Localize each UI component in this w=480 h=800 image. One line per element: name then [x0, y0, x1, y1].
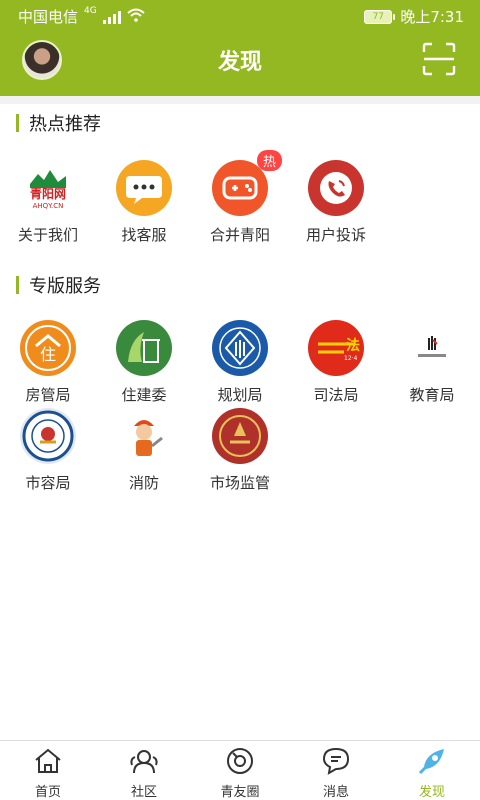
- divider: [0, 96, 480, 104]
- item-label: 用户投诉: [305, 226, 366, 244]
- tab-discover[interactable]: 发现: [384, 741, 480, 800]
- tab-home[interactable]: 首页: [0, 741, 96, 800]
- svg-text:法: 法: [346, 337, 360, 354]
- item-label: 找客服: [121, 226, 167, 244]
- tab-friends-circle[interactable]: 青友圈: [192, 741, 288, 800]
- item-about-us[interactable]: 青阳网 AHQY.CN 关于我们: [0, 160, 96, 245]
- item-label: 关于我们: [17, 226, 78, 244]
- section-bar: [16, 276, 19, 294]
- tab-label: 首页: [34, 785, 61, 800]
- gamepad-icon: 热: [212, 150, 282, 216]
- battery-icon: 77: [364, 9, 396, 24]
- home-icon: [33, 748, 63, 779]
- phone-icon: [308, 160, 364, 216]
- status-bar: 中国电信 4G 77 晚上7:31: [0, 0, 480, 30]
- top-bar: 中国电信 4G 77 晚上7:31 发现: [0, 0, 480, 96]
- item-planning-bureau[interactable]: 规划局: [192, 320, 288, 405]
- tab-community[interactable]: 社区: [96, 741, 192, 800]
- market-supervision-icon: [212, 408, 268, 464]
- education-bureau-icon: [404, 320, 460, 376]
- bottom-tab-bar: 首页 社区 青友圈 消息 发现: [0, 740, 480, 800]
- tab-label: 社区: [130, 785, 157, 800]
- item-label: 住建委: [121, 386, 167, 404]
- svg-text:12·4: 12·4: [344, 355, 358, 362]
- qingyang-logo-icon: 青阳网 AHQY.CN: [20, 160, 76, 216]
- chat-bubble-icon: [116, 160, 172, 216]
- svg-text:青阳网: 青阳网: [30, 186, 66, 201]
- item-label: 合并青阳: [209, 226, 270, 244]
- construction-committee-icon: [116, 320, 172, 376]
- tab-messages[interactable]: 消息: [288, 741, 384, 800]
- section-title-hot: 热点推荐: [16, 110, 101, 136]
- community-icon: [129, 750, 159, 779]
- camera-icon: [225, 748, 255, 779]
- svg-text:住: 住: [40, 345, 56, 364]
- clock: 晚上7:31: [400, 8, 464, 26]
- item-label: 司法局: [313, 386, 359, 404]
- city-appearance-icon: [20, 408, 76, 464]
- item-merge-qingyang[interactable]: 热 合并青阳: [192, 150, 288, 245]
- scan-icon[interactable]: [422, 42, 456, 76]
- item-education-bureau[interactable]: 教育局: [384, 320, 480, 405]
- message-icon: [321, 747, 351, 779]
- tab-label: 青友圈: [220, 785, 260, 800]
- section-title-services: 专版服务: [16, 272, 101, 298]
- item-market-supervision[interactable]: 市场监管: [192, 408, 288, 493]
- signal-icon: [102, 10, 121, 24]
- hot-badge: 热: [256, 150, 282, 171]
- app-screen: 中国电信 4G 77 晚上7:31 发现 热点推荐 青阳网 AHQY.CN 关于…: [0, 0, 480, 800]
- carrier-label: 中国电信: [18, 8, 79, 26]
- rocket-icon: [416, 749, 448, 779]
- item-user-complaint[interactable]: 用户投诉: [288, 160, 384, 245]
- battery-level: 77: [372, 11, 385, 22]
- justice-bureau-icon: 法 12·4: [308, 320, 364, 376]
- section-title-label: 专版服务: [29, 276, 101, 297]
- section-bar: [16, 114, 19, 132]
- item-label: 教育局: [409, 386, 455, 404]
- section-title-label: 热点推荐: [29, 114, 101, 135]
- header: 发现: [0, 30, 480, 96]
- wifi-icon: [127, 8, 145, 26]
- house-bureau-icon: 住: [20, 320, 76, 376]
- item-label: 房管局: [25, 386, 71, 404]
- item-label: 规划局: [217, 386, 263, 404]
- page-title: 发现: [217, 50, 262, 75]
- network-type: 4G: [84, 5, 97, 16]
- svg-text:AHQY.CN: AHQY.CN: [33, 202, 64, 210]
- item-justice-bureau[interactable]: 法 12·4 司法局: [288, 320, 384, 405]
- item-city-appearance[interactable]: 市容局: [0, 408, 96, 493]
- item-housing-bureau[interactable]: 住 房管局: [0, 320, 96, 405]
- firefighter-icon: [116, 408, 172, 464]
- item-label: 市场监管: [209, 474, 270, 492]
- item-customer-service[interactable]: 找客服: [96, 160, 192, 245]
- item-fire-department[interactable]: 消防: [96, 408, 192, 493]
- item-construction-committee[interactable]: 住建委: [96, 320, 192, 405]
- item-label: 消防: [128, 474, 159, 492]
- tab-label: 消息: [322, 785, 349, 800]
- tab-label: 发现: [418, 785, 445, 800]
- item-label: 市容局: [25, 474, 71, 492]
- planning-bureau-icon: [212, 320, 268, 376]
